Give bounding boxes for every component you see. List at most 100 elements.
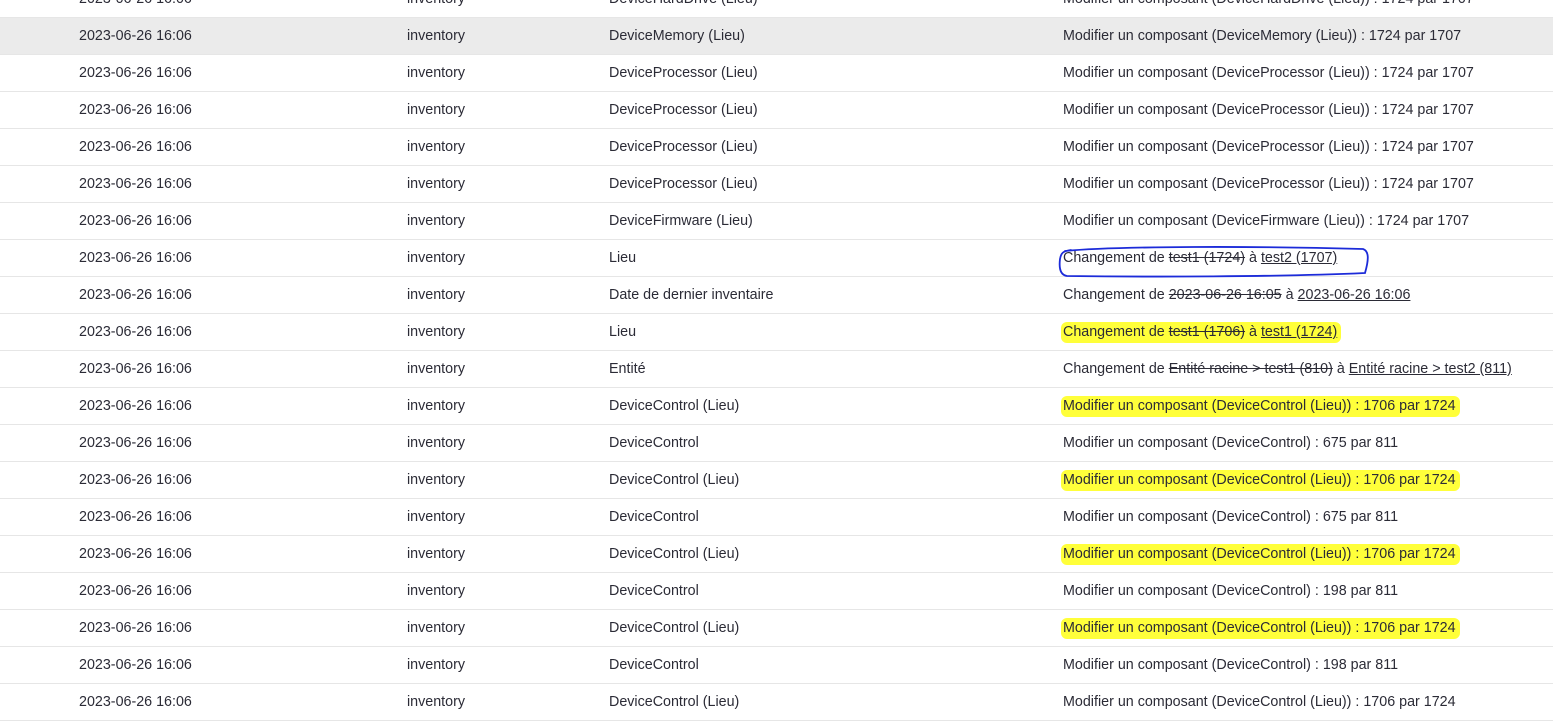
row-change: Modifier un composant (DeviceControl (Li…	[1061, 462, 1460, 499]
row-change: Modifier un composant (DeviceControl) : …	[1063, 573, 1398, 610]
history-row: 2023-06-26 16:06 inventory DeviceControl (…	[0, 536, 1553, 573]
new-value: test2 (1707)	[1260, 250, 1338, 266]
row-field: DeviceControl (Lieu)	[609, 694, 740, 710]
change-text: Modifier un composant (DeviceHardDrive (…	[1063, 0, 1474, 7]
row-change: Modifier un composant (DeviceControl (Li…	[1061, 610, 1460, 647]
history-row: 2023-06-26 16:06 inventory DeviceProcessor…	[0, 92, 1553, 129]
change-prefix: Changement de	[1063, 361, 1165, 377]
row-change: Changement de Entité racine > test1 (810…	[1063, 351, 1512, 388]
row-change: Modifier un composant (DeviceControl) : …	[1063, 499, 1398, 536]
change-separator: à	[1336, 361, 1345, 377]
row-change: Modifier un composant (DeviceMemory (Lie…	[1063, 18, 1461, 55]
row-field: Lieu	[609, 250, 637, 266]
history-row: 2023-06-26 16:06 inventory DeviceControl (…	[0, 462, 1553, 499]
row-service: inventory	[407, 472, 466, 488]
row-service: inventory	[407, 509, 466, 525]
row-service: inventory	[407, 176, 466, 192]
row-field: DeviceHardDrive (Lieu)	[609, 0, 758, 18]
highlighted-change-text: Modifier un composant (DeviceControl (Li…	[1061, 396, 1460, 417]
new-value: 2023-06-26 16:06	[1297, 287, 1411, 303]
change-text: Changement de test1 (1724) à test2 (1707…	[1063, 250, 1337, 266]
history-row: 2023-06-26 16:06 inventory DeviceProcessor…	[0, 166, 1553, 203]
change-prefix: Changement de	[1063, 287, 1165, 303]
highlighted-change-text: Modifier un composant (DeviceControl (Li…	[1061, 470, 1460, 491]
row-change: Changement de test1 (1724) à test2 (1707…	[1063, 240, 1337, 277]
row-field: DeviceControl	[609, 657, 699, 673]
old-value: test1 (1706)	[1168, 324, 1246, 340]
row-service: inventory	[407, 398, 466, 414]
row-service: inventory	[407, 139, 466, 155]
row-service: inventory	[407, 0, 465, 18]
row-field: DeviceMemory (Lieu)	[609, 28, 745, 44]
row-date: 2023-06-26 16:06	[79, 620, 192, 636]
row-field: DeviceControl	[609, 509, 699, 525]
row-date: 2023-06-26 16:06	[79, 361, 192, 377]
change-prefix: Changement de	[1063, 324, 1165, 340]
change-text: Modifier un composant (DeviceProcessor (…	[1063, 139, 1474, 155]
history-row: 2023-06-26 16:06 inventory DeviceControl (…	[0, 684, 1553, 721]
row-date: 2023-06-26 16:06	[79, 250, 192, 266]
row-date: 2023-06-26 16:06	[79, 176, 192, 192]
row-date: 2023-06-26 16:06	[79, 28, 192, 44]
change-separator: à	[1285, 287, 1294, 303]
row-service: inventory	[407, 250, 466, 266]
row-change: Modifier un composant (DeviceHardDrive (…	[1063, 0, 1474, 18]
history-row: 2023-06-26 16:06 inventory DeviceProcessor…	[0, 129, 1553, 166]
row-service: inventory	[407, 435, 466, 451]
row-service: inventory	[407, 102, 466, 118]
row-service: inventory	[407, 620, 466, 636]
history-row: 2023-06-26 16:06 inventory DeviceControl Mo…	[0, 425, 1553, 462]
new-value: test1 (1724)	[1260, 324, 1338, 340]
row-change: Modifier un composant (DeviceProcessor (…	[1063, 129, 1474, 166]
history-row: 2023-06-26 16:06 inventory DeviceControl Mo…	[0, 573, 1553, 610]
row-change: Modifier un composant (DeviceControl (Li…	[1063, 684, 1456, 721]
row-change: Changement de 2023-06-26 16:05 à 2023-06…	[1063, 277, 1410, 314]
change-separator: à	[1249, 250, 1257, 266]
row-field: DeviceControl (Lieu)	[609, 546, 740, 562]
history-row: 2023-06-26 16:06 inventory DeviceMemory (L…	[0, 18, 1553, 55]
change-text: Modifier un composant (DeviceProcessor (…	[1063, 102, 1474, 118]
change-text: Modifier un composant (DeviceControl) : …	[1063, 435, 1399, 451]
row-date: 2023-06-26 16:06	[79, 139, 192, 155]
change-separator: à	[1249, 324, 1257, 340]
row-change: Modifier un composant (DeviceControl) : …	[1063, 425, 1398, 462]
change-text: Modifier un composant (DeviceControl) : …	[1063, 657, 1399, 673]
row-field: Date de dernier inventaire	[609, 287, 774, 303]
highlighted-change-text: Changement de test1 (1706) à test1 (1724…	[1061, 322, 1342, 343]
row-change: Modifier un composant (DeviceControl (Li…	[1061, 536, 1460, 573]
new-value: Entité racine > test2 (811)	[1348, 361, 1512, 377]
row-date: 2023-06-26 16:06	[79, 509, 192, 525]
row-service: inventory	[407, 583, 466, 599]
row-date: 2023-06-26 16:06	[79, 546, 192, 562]
row-change: Changement de test1 (1706) à test1 (1724…	[1061, 314, 1342, 351]
row-change: Modifier un composant (DeviceProcessor (…	[1063, 55, 1474, 92]
change-text: Modifier un composant (DeviceFirmware (L…	[1063, 213, 1470, 229]
row-service: inventory	[407, 287, 466, 303]
change-text: Changement de Entité racine > test1 (810…	[1063, 361, 1512, 377]
row-field: DeviceControl (Lieu)	[609, 620, 740, 636]
change-text: Modifier un composant (DeviceMemory (Lie…	[1063, 28, 1462, 44]
highlighted-change-text: Modifier un composant (DeviceControl (Li…	[1061, 618, 1460, 639]
row-field: DeviceProcessor (Lieu)	[609, 139, 758, 155]
history-row: 2023-06-26 16:06 inventory Date de dernier…	[0, 277, 1553, 314]
row-service: inventory	[407, 28, 466, 44]
row-date: 2023-06-26 16:06	[79, 583, 192, 599]
history-row: 2023-06-26 16:06 inventory DeviceControl (…	[0, 388, 1553, 425]
row-service: inventory	[407, 324, 466, 340]
history-row: 2023-06-26 16:06 inventory Lieu Changement …	[0, 314, 1553, 351]
row-date: 2023-06-26 16:06	[79, 657, 192, 673]
row-service: inventory	[407, 65, 466, 81]
row-change: Modifier un composant (DeviceControl (Li…	[1061, 388, 1460, 425]
change-prefix: Changement de	[1063, 250, 1165, 266]
row-field: DeviceProcessor (Lieu)	[609, 65, 758, 81]
history-row: 2023-06-26 16:06 inventory DeviceHardDrive…	[0, 0, 1553, 18]
change-text: Modifier un composant (DeviceControl) : …	[1063, 509, 1399, 525]
history-row: 2023-06-26 16:06 inventory Entité Changemen…	[0, 351, 1553, 388]
row-service: inventory	[407, 361, 466, 377]
row-field: DeviceControl (Lieu)	[609, 472, 740, 488]
old-value: 2023-06-26 16:05	[1168, 287, 1282, 303]
row-field: DeviceControl	[609, 583, 699, 599]
row-field: Lieu	[609, 324, 637, 340]
row-date: 2023-06-26 16:06	[79, 324, 192, 340]
row-field: DeviceControl (Lieu)	[609, 398, 740, 414]
